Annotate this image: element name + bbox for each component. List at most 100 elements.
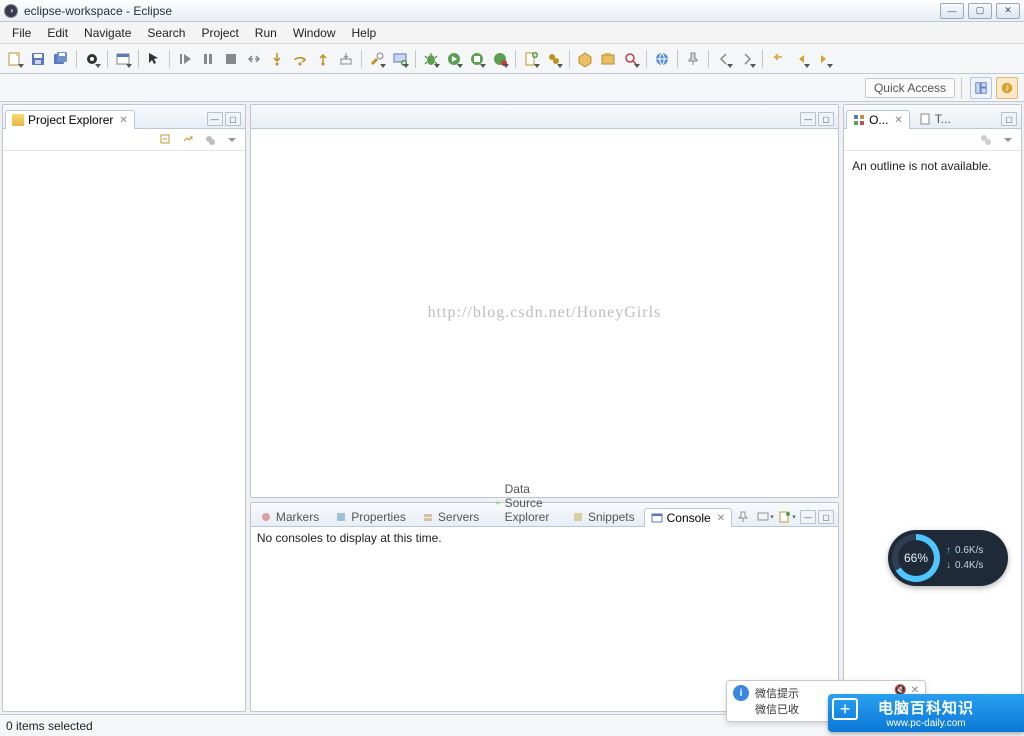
last-edit-button[interactable]: [767, 48, 789, 70]
menu-help[interactable]: Help: [344, 24, 385, 42]
bottom-minimize-button[interactable]: —: [800, 510, 816, 524]
outline-tab[interactable]: O... ✕: [846, 110, 910, 129]
outline-menu-button[interactable]: [999, 131, 1017, 149]
editor-body[interactable]: http://blog.csdn.net/HoneyGirls: [251, 129, 838, 497]
step-return-button[interactable]: [312, 48, 334, 70]
outline-view: O... ✕ T... ▢ An outline is not availabl…: [843, 104, 1022, 712]
notification-title: 微信提示: [755, 685, 799, 701]
arrow-down-icon: ↓: [946, 560, 951, 571]
debug-suspend-button[interactable]: [197, 48, 219, 70]
window-title: eclipse-workspace - Eclipse: [24, 4, 940, 18]
brand-line2: www.pc-daily.com: [886, 718, 965, 729]
menu-run[interactable]: Run: [247, 24, 285, 42]
servers-tab[interactable]: Servers: [415, 507, 486, 526]
download-rate: 0.4K/s: [955, 560, 983, 571]
nav-next-button[interactable]: [736, 48, 758, 70]
status-selection: 0 items selected: [6, 719, 93, 733]
project-explorer-title: Project Explorer: [28, 113, 113, 127]
pin-button[interactable]: [682, 48, 704, 70]
upload-rate: 0.6K/s: [955, 545, 983, 556]
view-menu-button[interactable]: [223, 131, 241, 149]
search-button[interactable]: [620, 48, 642, 70]
web-browser-button[interactable]: [651, 48, 673, 70]
close-icon[interactable]: ✕: [119, 115, 127, 126]
tasklist-tab[interactable]: T...: [912, 109, 958, 128]
run-last-button[interactable]: [489, 48, 511, 70]
properties-tab[interactable]: Properties: [328, 507, 413, 526]
project-explorer-toolbar: [3, 129, 245, 151]
debug-resume-button[interactable]: [174, 48, 196, 70]
forward-button[interactable]: [813, 48, 835, 70]
minimize-button[interactable]: —: [940, 3, 964, 19]
open-perspective-button[interactable]: [970, 77, 992, 99]
brand-plus-icon: +: [832, 698, 858, 720]
java-ee-perspective-button[interactable]: J: [996, 77, 1018, 99]
step-into-button[interactable]: [266, 48, 288, 70]
markers-tab[interactable]: Markers: [253, 507, 326, 526]
run-button[interactable]: [443, 48, 465, 70]
new-server-button[interactable]: [389, 48, 411, 70]
open-console-button[interactable]: ▾: [778, 508, 796, 526]
outline-message: An outline is not available.: [844, 151, 1021, 181]
tasklist-tab-label: T...: [935, 112, 951, 126]
open-task-button[interactable]: [597, 48, 619, 70]
build-button[interactable]: [366, 48, 388, 70]
nav-prev-button[interactable]: [713, 48, 735, 70]
close-button[interactable]: ✕: [996, 3, 1020, 19]
display-console-button[interactable]: ▾: [756, 508, 774, 526]
maximize-button[interactable]: ▢: [968, 3, 992, 19]
watermark-text: http://blog.csdn.net/HoneyGirls: [428, 304, 662, 322]
outline-focus-button[interactable]: [977, 131, 995, 149]
quick-access-row: Quick Access J: [0, 74, 1024, 102]
menu-project[interactable]: Project: [193, 24, 246, 42]
save-all-button[interactable]: [50, 48, 72, 70]
pin-console-button[interactable]: [734, 508, 752, 526]
open-type-button[interactable]: [574, 48, 596, 70]
bottom-maximize-button[interactable]: ▢: [818, 510, 834, 524]
focus-button[interactable]: [201, 131, 219, 149]
quick-access[interactable]: Quick Access: [865, 78, 955, 98]
outline-maximize-button[interactable]: ▢: [1001, 112, 1017, 126]
dse-tab[interactable]: Data Source Explorer: [488, 479, 563, 526]
new-button[interactable]: [4, 48, 26, 70]
folder-icon: [12, 114, 24, 126]
perspective-button[interactable]: [81, 48, 103, 70]
debug-stop-button[interactable]: [220, 48, 242, 70]
menu-navigate[interactable]: Navigate: [76, 24, 139, 42]
toggle-button[interactable]: [112, 48, 134, 70]
save-button[interactable]: [27, 48, 49, 70]
editor-view: — ▢ http://blog.csdn.net/HoneyGirls: [250, 104, 839, 498]
close-icon[interactable]: ✕: [894, 115, 902, 126]
minimize-view-button[interactable]: —: [207, 112, 223, 126]
console-tab[interactable]: Console✕: [644, 508, 732, 527]
snippets-tab[interactable]: Snippets: [565, 507, 642, 526]
menu-file[interactable]: File: [4, 24, 39, 42]
eclipse-icon: ◑: [4, 4, 18, 18]
close-icon[interactable]: ✕: [717, 513, 725, 524]
menu-search[interactable]: Search: [139, 24, 193, 42]
debug-disconnect-button[interactable]: [243, 48, 265, 70]
usage-ring-icon: 66%: [892, 534, 940, 582]
menu-edit[interactable]: Edit: [39, 24, 76, 42]
notification-body: 微信已收: [755, 701, 799, 717]
back-button[interactable]: [790, 48, 812, 70]
info-icon: i: [733, 685, 749, 701]
menu-window[interactable]: Window: [285, 24, 344, 42]
editor-minimize-button[interactable]: —: [800, 112, 816, 126]
project-explorer-tree[interactable]: [3, 151, 245, 711]
link-editor-button[interactable]: [179, 131, 197, 149]
titlebar: ◑ eclipse-workspace - Eclipse — ▢ ✕: [0, 0, 1024, 22]
editor-maximize-button[interactable]: ▢: [818, 112, 834, 126]
network-widget[interactable]: 66% ↑0.6K/s ↓0.4K/s: [888, 530, 1008, 586]
pointer-button[interactable]: [143, 48, 165, 70]
maximize-view-button[interactable]: ▢: [225, 112, 241, 126]
collapse-all-button[interactable]: [157, 131, 175, 149]
project-explorer-view: Project Explorer ✕ — ▢: [2, 104, 246, 712]
new-java-button[interactable]: [520, 48, 542, 70]
step-over-button[interactable]: [289, 48, 311, 70]
new-package-button[interactable]: [543, 48, 565, 70]
drop-to-frame-button[interactable]: [335, 48, 357, 70]
coverage-button[interactable]: [466, 48, 488, 70]
debug-button[interactable]: [420, 48, 442, 70]
project-explorer-tab[interactable]: Project Explorer ✕: [5, 110, 135, 129]
